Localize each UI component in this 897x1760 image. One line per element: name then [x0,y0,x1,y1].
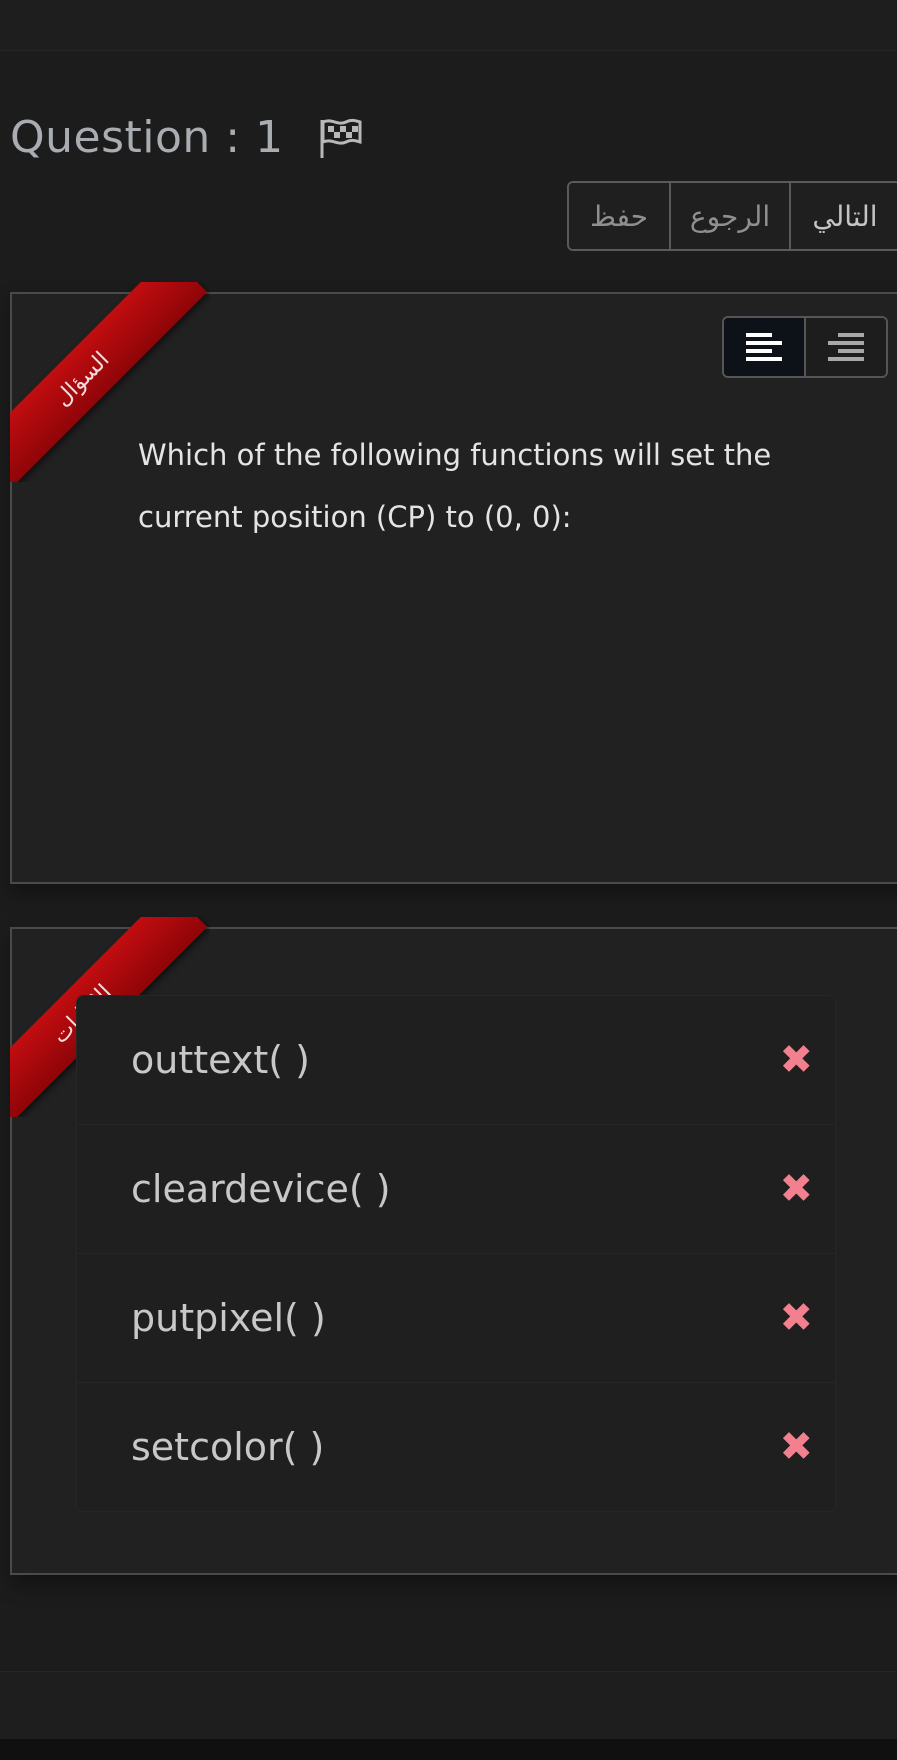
question-panel: السؤال Which of the following functions … [10,282,897,884]
bottom-bar [0,1739,897,1760]
answers-list: outtext( ) ✖ cleardevice( ) ✖ putpixel( … [76,995,836,1512]
next-button[interactable]: التالي [791,183,897,249]
flag-icon[interactable] [318,116,364,160]
question-title: Question : 1 [10,112,284,163]
x-icon: ✖ [779,1166,813,1212]
x-icon: ✖ [779,1295,813,1341]
x-icon: ✖ [779,1037,813,1083]
back-button[interactable]: الرجوع [671,183,791,249]
question-header: Question : 1 [10,112,364,163]
answer-option[interactable]: putpixel( ) ✖ [77,1254,835,1383]
top-band [0,0,897,51]
x-icon: ✖ [779,1424,813,1470]
footer-band [0,1671,897,1740]
answer-option[interactable]: setcolor( ) ✖ [77,1383,835,1511]
question-text: Which of the following functions will se… [138,438,772,534]
align-left-icon [746,333,782,361]
text-alignment-toggle [722,316,888,378]
align-right-button[interactable] [806,318,886,376]
answer-label: setcolor( ) [131,1425,325,1469]
align-right-icon [828,333,864,361]
answer-option[interactable]: cleardevice( ) ✖ [77,1125,835,1254]
answer-label: cleardevice( ) [131,1167,391,1211]
answer-label: putpixel( ) [131,1296,326,1340]
answer-label: outtext( ) [131,1038,310,1082]
save-button[interactable]: حفظ [569,183,671,249]
answers-panel: الاجابات outtext( ) ✖ cleardevice( ) ✖ p… [10,917,897,1575]
answer-option[interactable]: outtext( ) ✖ [77,996,835,1125]
navigation-buttons: حفظ الرجوع التالي [567,181,897,251]
align-left-button[interactable] [724,318,806,376]
